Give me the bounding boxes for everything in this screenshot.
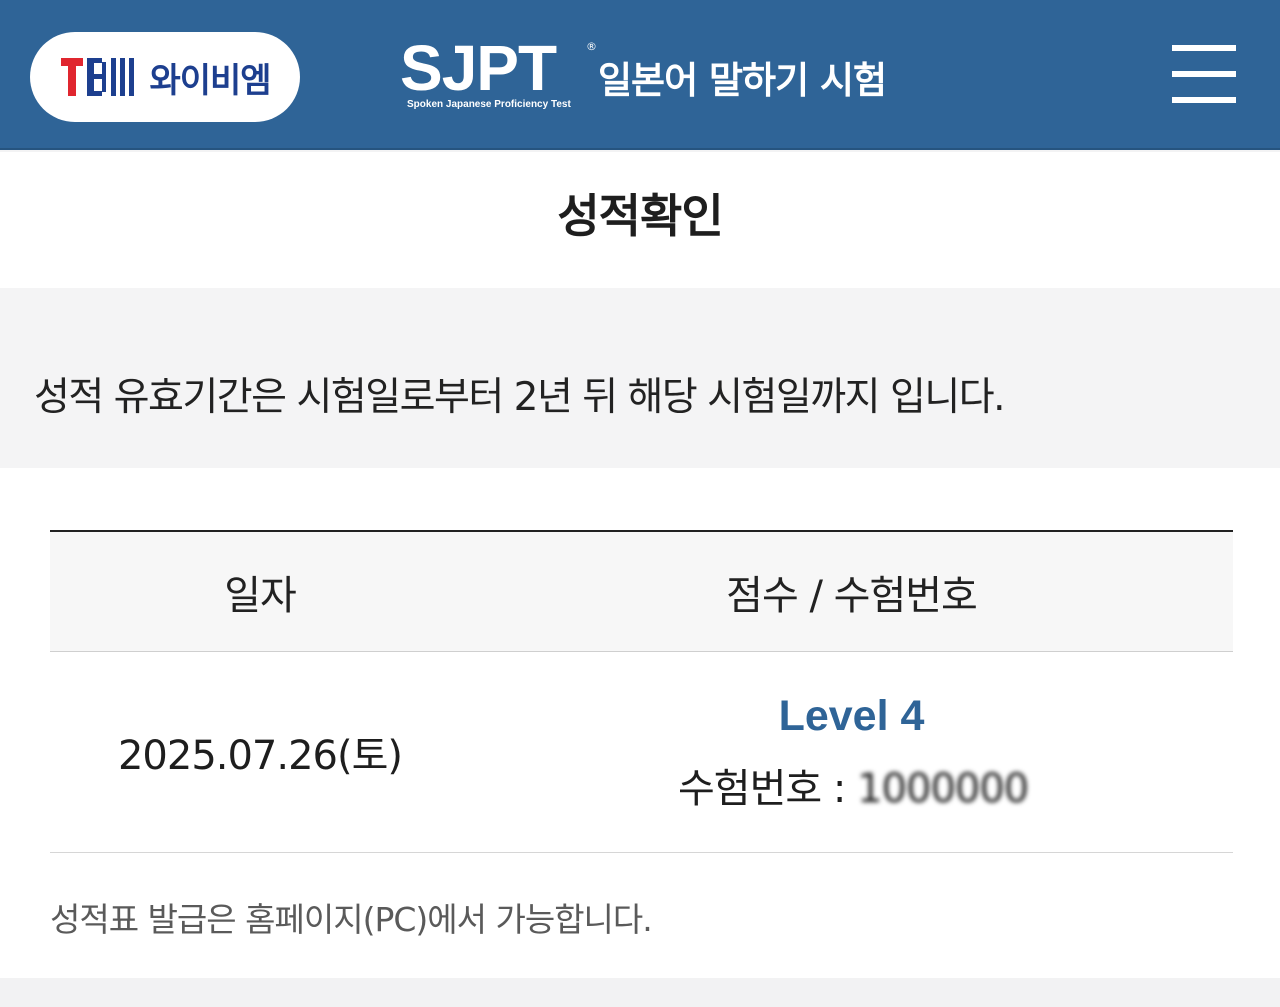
product-name: SJPT [400, 32, 557, 104]
ybm-home-link[interactable]: 와이비엠 [30, 32, 300, 122]
table-header: 일자 점수 / 수험번호 [50, 530, 1233, 652]
bottom-strip [0, 978, 1280, 1007]
product-subtitle: Spoken Japanese Proficiency Test [407, 99, 571, 110]
hamburger-menu-icon[interactable] [1172, 44, 1238, 106]
column-header-date: 일자 [224, 573, 297, 619]
score-table: 일자 점수 / 수험번호 2025.07.26(토) Level 4 수험번호 … [50, 530, 1233, 853]
table-row: 2025.07.26(토) Level 4 수험번호 : 1000000 [50, 652, 1233, 853]
exam-number-label: 수험번호 : [678, 766, 858, 812]
site-header: 와이비엠 SJPT ® Spoken Japanese Proficiency … [0, 0, 1280, 150]
page-title: 성적확인 [557, 189, 723, 243]
menu-bar [1172, 97, 1236, 103]
exam-date: 2025.07.26(토) [117, 733, 403, 779]
page: 와이비엠 SJPT ® Spoken Japanese Proficiency … [0, 0, 1280, 1007]
registered-mark: ® [586, 40, 597, 53]
score-level: Level 4 [778, 692, 925, 740]
menu-bar [1172, 45, 1236, 51]
brand-text: 와이비엠 [149, 60, 271, 101]
title-area: 성적확인 [0, 152, 1280, 288]
exam-number: 수험번호 : 1000000 [678, 756, 1029, 814]
product-title: 일본어 말하기 시험 [598, 59, 887, 102]
score-cell: Level 4 수험번호 : 1000000 [470, 652, 1233, 852]
column-header-score: 점수 / 수험번호 [726, 573, 978, 619]
ybm-logo-icon [59, 56, 139, 98]
report-issuance-note: 성적표 발급은 홈페이지(PC)에서 가능합니다. [50, 900, 653, 939]
menu-bar [1172, 71, 1236, 77]
exam-number-value: 1000000 [857, 766, 1029, 812]
validity-notice-text: 성적 유효기간은 시험일로부터 2년 뒤 해당 시험일까지 입니다. [34, 375, 1006, 420]
